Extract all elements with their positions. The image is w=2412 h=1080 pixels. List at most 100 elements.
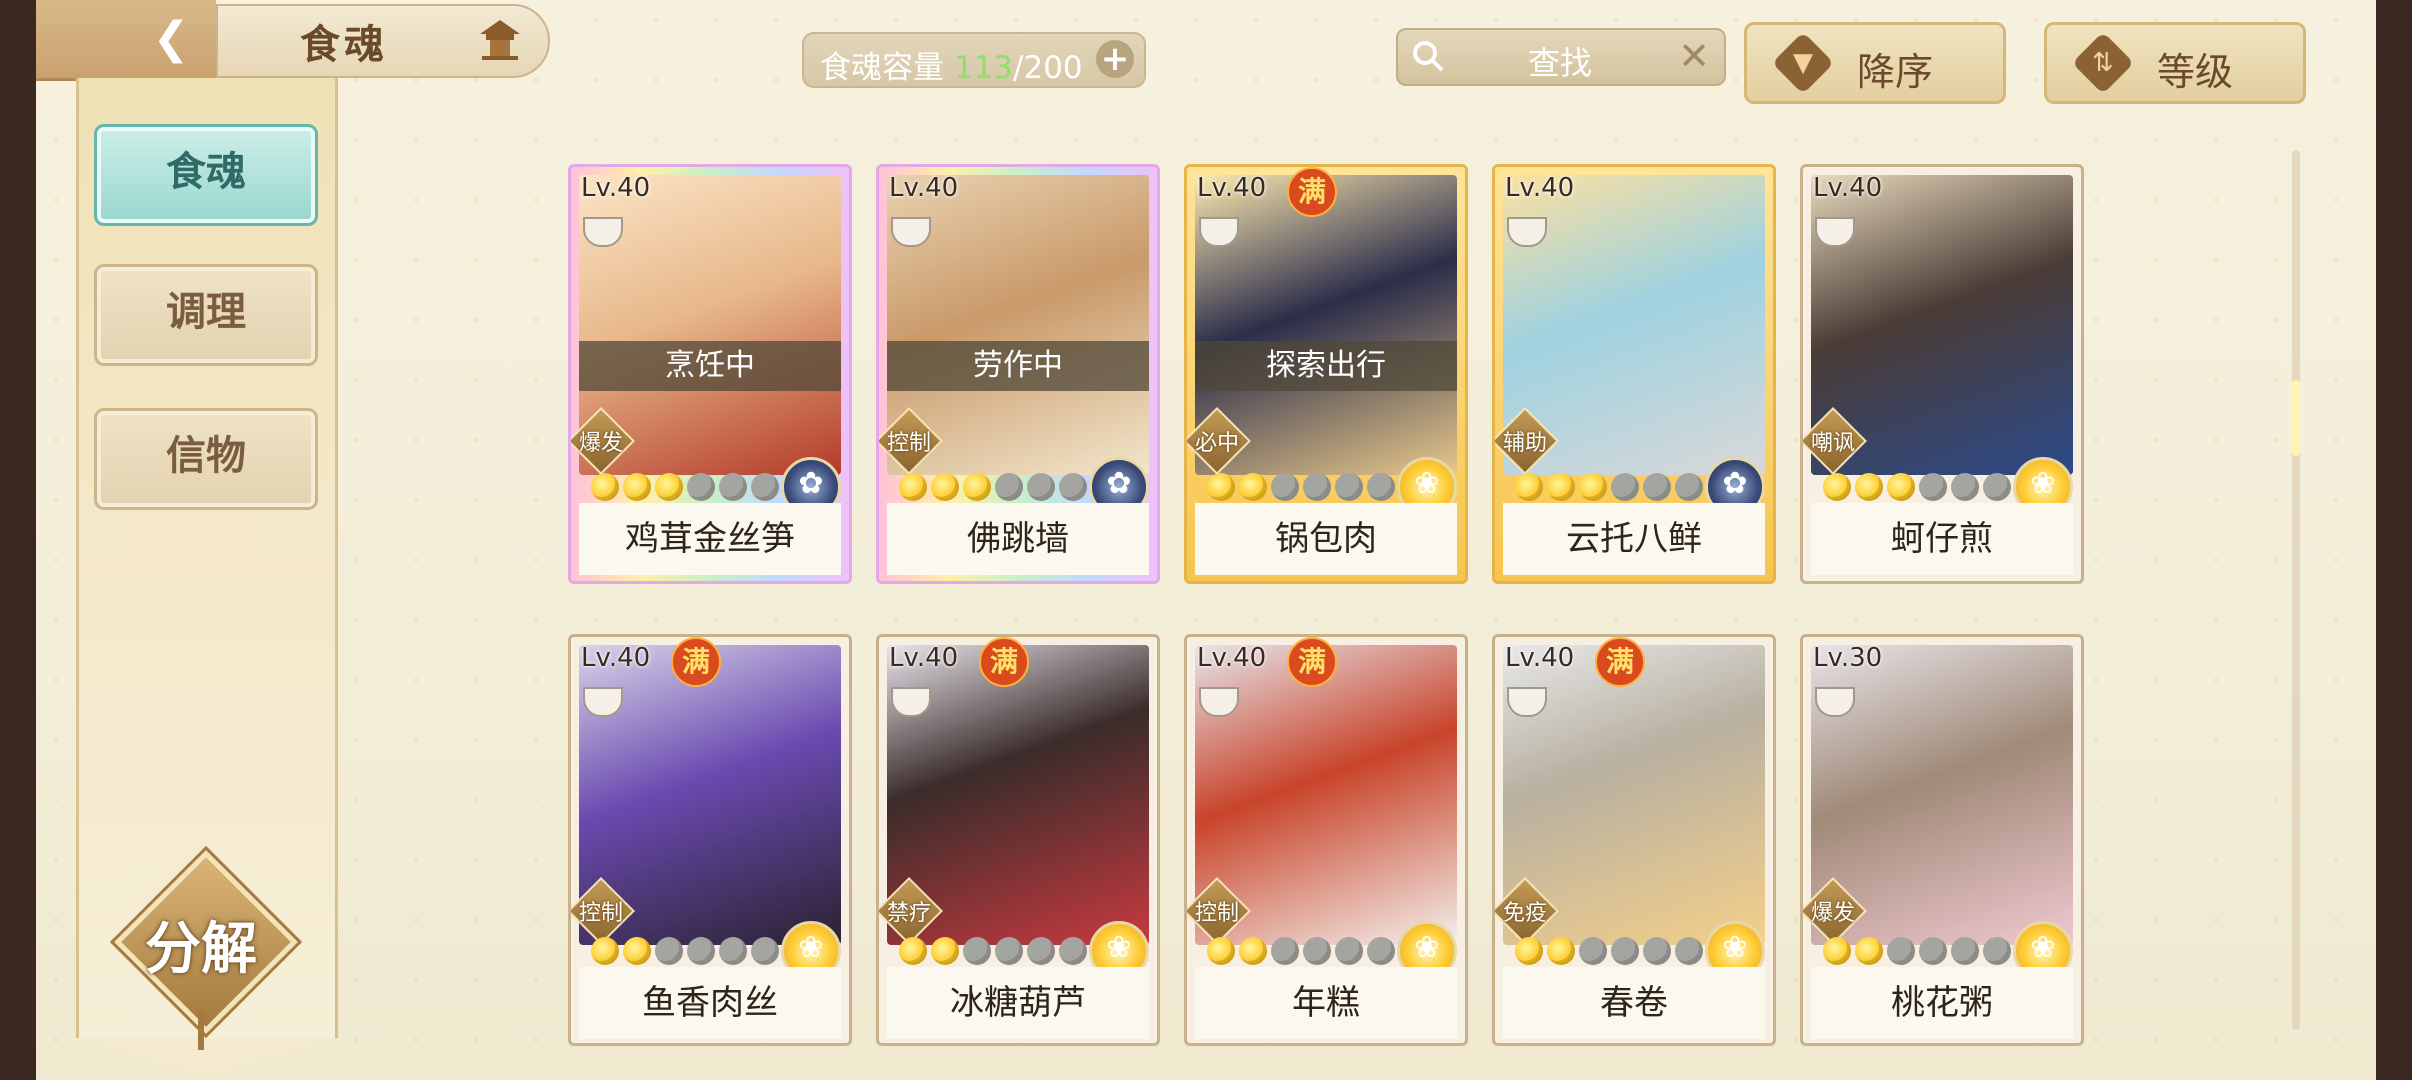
star-rating <box>1207 937 1399 971</box>
decompose-button[interactable]: 分解 <box>114 850 298 1050</box>
food-soul-card[interactable]: Lv.40 烹饪中 爆发 ✿ 鸡茸金丝笋 <box>568 164 852 584</box>
star-icon <box>1239 937 1267 965</box>
role-badge: 免疫 <box>1495 877 1559 945</box>
role-badge: 爆发 <box>1803 877 1867 945</box>
star-icon <box>1643 473 1671 501</box>
star-rating <box>1207 473 1399 507</box>
food-soul-card[interactable]: Lv.40 嘲讽 ❀ 蚵仔煎 <box>1800 164 2084 584</box>
star-icon <box>1239 473 1267 501</box>
max-level-badge: 满 <box>671 637 721 687</box>
food-soul-card[interactable]: Lv.40 满探索出行 必中 ❀ 锅包肉 <box>1184 164 1468 584</box>
max-level-badge: 满 <box>1287 167 1337 217</box>
star-icon <box>1823 937 1851 965</box>
capacity-indicator: 食魂容量 113/200 + <box>802 32 1146 88</box>
search-placeholder: 查找 <box>1528 44 1593 82</box>
star-icon <box>1271 937 1299 965</box>
sort-field-button[interactable]: ⇅ 等级 <box>2044 22 2306 104</box>
level-label: Lv.40 <box>1505 173 1575 203</box>
max-level-badge: 满 <box>1287 637 1337 687</box>
role-label: 必中 <box>1194 431 1239 456</box>
star-rating <box>1515 937 1707 971</box>
capacity-label: 食魂容量 <box>820 50 944 86</box>
sort-field-label: 等级 <box>2157 50 2234 94</box>
house-icon[interactable] <box>476 16 524 62</box>
food-soul-card[interactable]: Lv.40 满免疫 ❀ 春卷 <box>1492 634 1776 1046</box>
max-level-badge: 满 <box>1595 637 1645 687</box>
food-soul-card[interactable]: Lv.40 满控制 ❀ 鱼香肉丝 <box>568 634 852 1046</box>
back-button[interactable]: ❮ <box>36 0 216 81</box>
star-icon <box>1335 937 1363 965</box>
star-rating <box>899 937 1091 971</box>
tassel-decoration <box>198 1010 204 1050</box>
food-soul-card[interactable]: Lv.40 辅助 ✿ 云托八鲜 <box>1492 164 1776 584</box>
star-rating <box>1823 937 2015 971</box>
star-icon <box>1579 473 1607 501</box>
star-icon <box>1919 473 1947 501</box>
star-icon <box>1983 473 2011 501</box>
star-icon <box>1855 937 1883 965</box>
scrollbar[interactable] <box>2292 150 2300 1030</box>
star-icon <box>1515 937 1543 965</box>
star-rating <box>899 473 1091 507</box>
food-soul-card[interactable]: Lv.40 满禁疗 ❀ 冰糖葫芦 <box>876 634 1160 1046</box>
star-icon <box>1547 937 1575 965</box>
food-soul-name: 鸡茸金丝笋 <box>579 503 841 575</box>
role-label: 免疫 <box>1502 901 1547 926</box>
star-icon <box>1887 937 1915 965</box>
star-icon <box>623 937 651 965</box>
star-icon <box>1887 473 1915 501</box>
status-overlay: 劳作中 <box>887 341 1149 391</box>
star-icon <box>1579 937 1607 965</box>
food-soul-name: 鱼香肉丝 <box>579 967 841 1039</box>
star-icon <box>1271 473 1299 501</box>
food-soul-card[interactable]: Lv.40 满控制 ❀ 年糕 <box>1184 634 1468 1046</box>
capacity-text: 食魂容量 113/200 <box>820 42 1083 87</box>
food-soul-name: 春卷 <box>1503 967 1765 1039</box>
food-soul-name: 佛跳墙 <box>887 503 1149 575</box>
level-label: Lv.40 <box>889 173 959 203</box>
tab-food-soul[interactable]: 食魂 <box>94 124 318 226</box>
food-soul-name: 冰糖葫芦 <box>887 967 1149 1039</box>
capacity-plus-button[interactable]: + <box>1096 40 1134 78</box>
star-icon <box>995 937 1023 965</box>
star-icon <box>1951 937 1979 965</box>
tab-seasoning[interactable]: 调理 <box>94 264 318 366</box>
star-icon <box>1059 473 1087 501</box>
star-icon <box>655 937 683 965</box>
decompose-label: 分解 <box>145 916 257 982</box>
level-label: Lv.30 <box>1813 643 1883 673</box>
star-rating <box>1823 473 2015 507</box>
level-label: Lv.40 <box>1505 643 1575 673</box>
tab-label: 调理 <box>166 288 246 335</box>
sort-order-button[interactable]: ▼ 降序 <box>1744 22 2006 104</box>
role-label: 爆发 <box>1810 901 1855 926</box>
sort-swap-icon: ⇅ <box>2071 31 2135 95</box>
level-label: Lv.40 <box>1197 643 1267 673</box>
star-icon <box>719 473 747 501</box>
star-rating <box>591 473 783 507</box>
role-badge: 控制 <box>571 877 635 945</box>
star-icon <box>591 473 619 501</box>
star-icon <box>899 937 927 965</box>
food-soul-name: 年糕 <box>1195 967 1457 1039</box>
star-icon <box>1823 473 1851 501</box>
scrollbar-thumb[interactable] <box>2292 380 2300 456</box>
tab-token[interactable]: 信物 <box>94 408 318 510</box>
star-icon <box>623 473 651 501</box>
food-soul-card[interactable]: Lv.30 爆发 ❀ 桃花粥 <box>1800 634 2084 1046</box>
star-icon <box>1983 937 2011 965</box>
max-level-badge: 满 <box>979 637 1029 687</box>
level-label: Lv.40 <box>889 643 959 673</box>
star-icon <box>1855 473 1883 501</box>
star-icon <box>1611 937 1639 965</box>
star-icon <box>751 937 779 965</box>
food-soul-card[interactable]: Lv.40 劳作中 控制 ✿ 佛跳墙 <box>876 164 1160 584</box>
clear-search-icon[interactable]: ✕ <box>1678 34 1710 78</box>
role-badge: 控制 <box>1187 877 1251 945</box>
star-icon <box>1643 937 1671 965</box>
role-label: 控制 <box>1194 901 1239 926</box>
sort-down-icon: ▼ <box>1771 31 1835 95</box>
star-icon <box>687 473 715 501</box>
star-icon <box>719 937 747 965</box>
search-input[interactable]: 查找 ✕ <box>1396 28 1726 86</box>
